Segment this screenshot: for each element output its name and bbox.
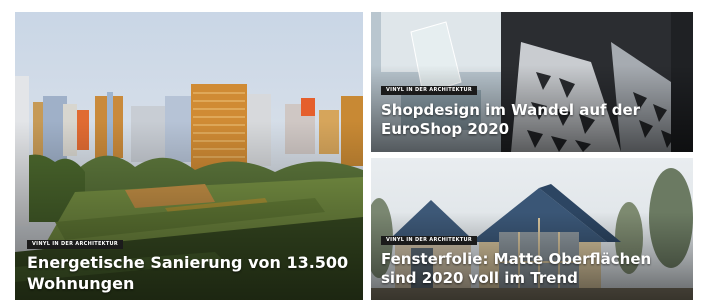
article-title[interactable]: Shopdesign im Wandel auf der EuroShop 20… bbox=[381, 101, 681, 139]
article-card-energetische-sanierung[interactable]: VINYL IN DER ARCHITEKTUR Energetische Sa… bbox=[15, 12, 363, 300]
category-badge[interactable]: VINYL IN DER ARCHITEKTUR bbox=[381, 86, 478, 95]
category-badge[interactable]: VINYL IN DER ARCHITEKTUR bbox=[381, 236, 478, 245]
article-title[interactable]: Fensterfolie: Matte Oberflächen sind 202… bbox=[381, 250, 686, 288]
article-title[interactable]: Energetische Sanierung von 13.500 Wohnun… bbox=[27, 252, 352, 294]
category-badge[interactable]: VINYL IN DER ARCHITEKTUR bbox=[27, 240, 124, 249]
article-card-fensterfolie[interactable]: VINYL IN DER ARCHITEKTUR Fensterfolie: M… bbox=[371, 158, 693, 300]
article-card-shopdesign-euroshop[interactable]: VINYL IN DER ARCHITEKTUR Shopdesign im W… bbox=[371, 12, 693, 152]
